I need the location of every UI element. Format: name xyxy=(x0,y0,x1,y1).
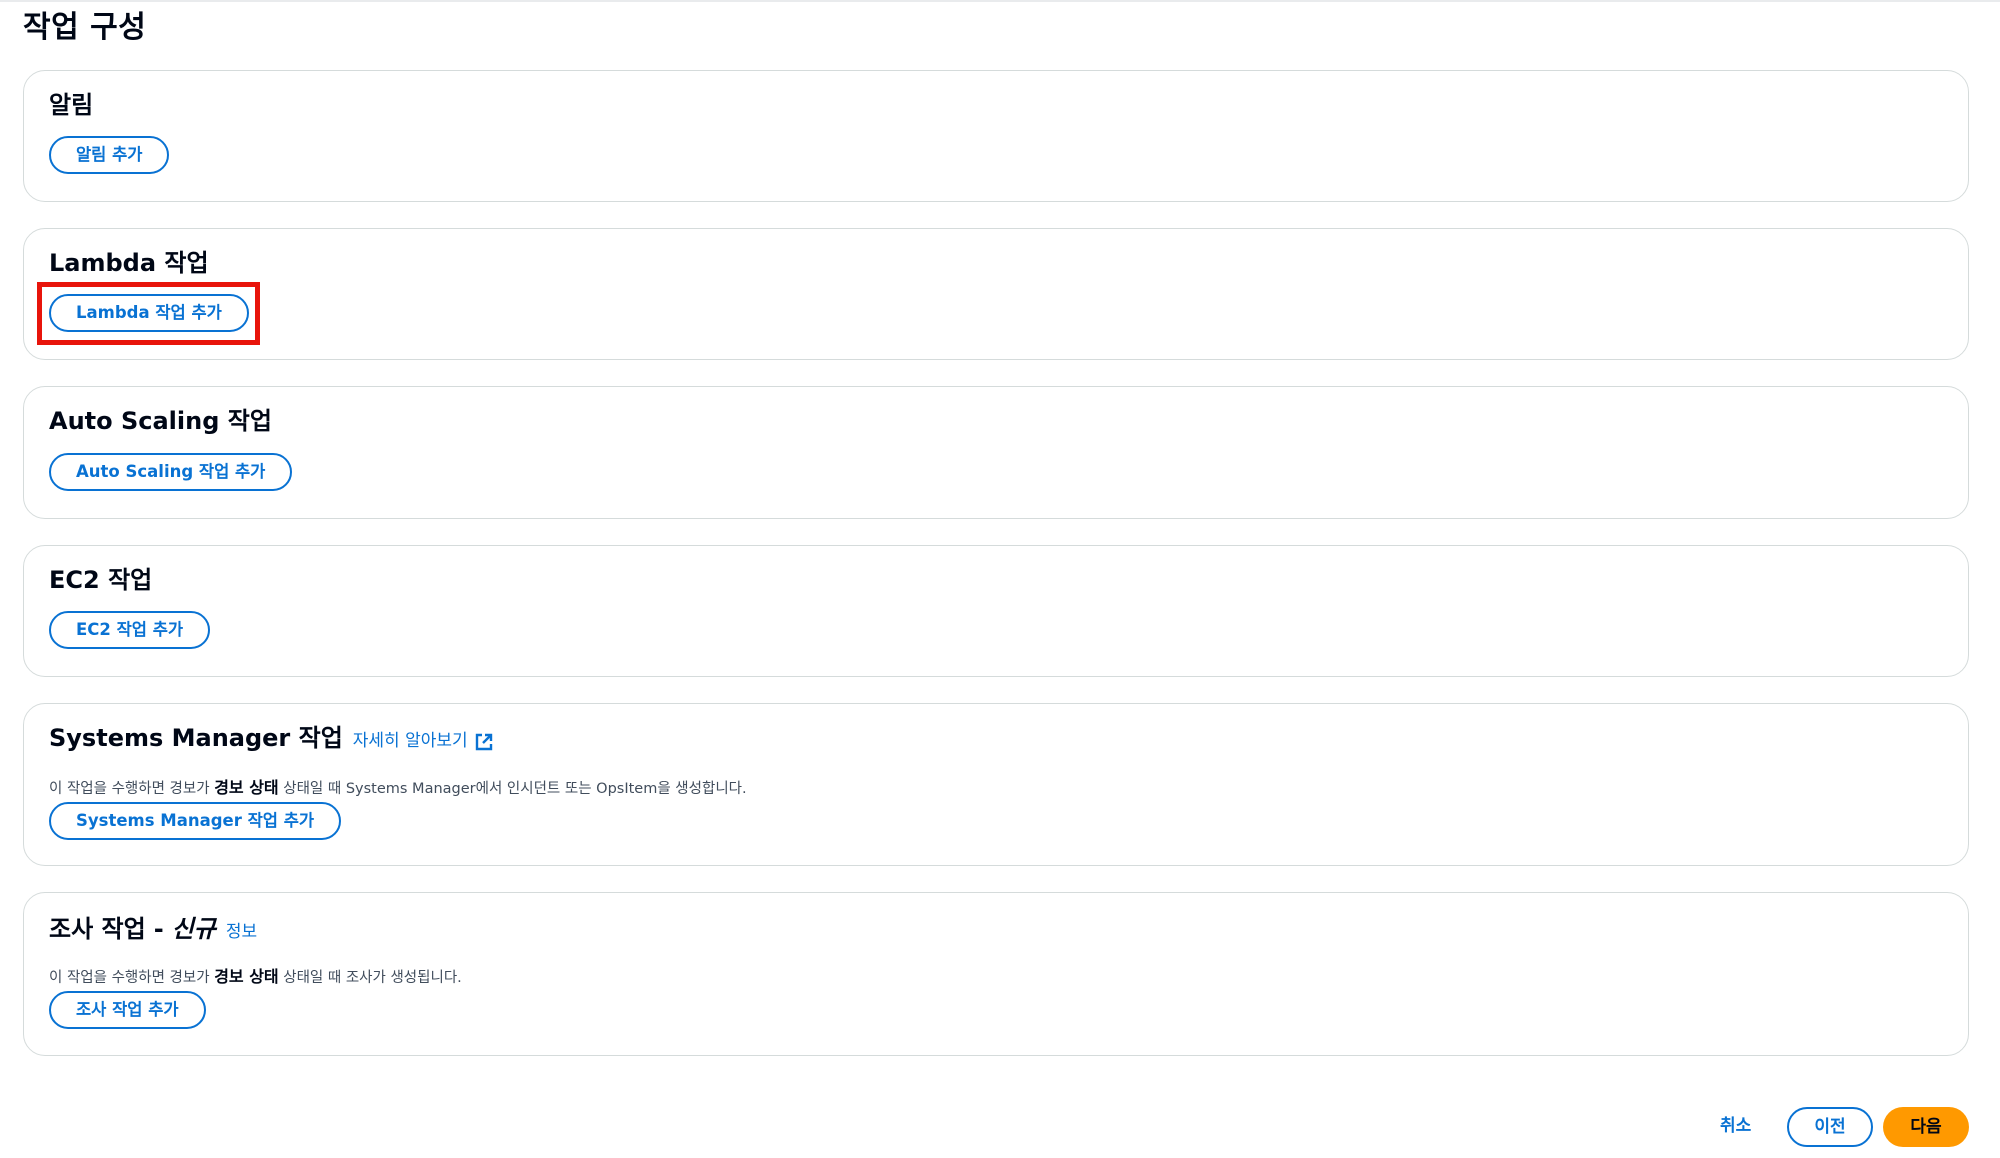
learn-more-label: 자세히 알아보기 xyxy=(352,731,468,751)
add-systems-manager-action-button[interactable]: Systems Manager 작업 추가 xyxy=(49,802,342,840)
card-header: Lambda 작업 xyxy=(49,245,209,281)
card-title: 알림 xyxy=(49,91,94,119)
top-divider xyxy=(0,0,2000,2)
learn-more-link[interactable]: 자세히 알아보기 xyxy=(353,726,494,751)
card-header: 알림 xyxy=(49,87,93,123)
info-link[interactable]: 정보 xyxy=(226,917,257,942)
description-bold: 경보 상태 xyxy=(214,778,279,797)
card-title: 조사 작업 xyxy=(49,915,146,943)
description-bold: 경보 상태 xyxy=(214,967,279,986)
description-text-before: 이 작업을 수행하면 경보가 xyxy=(49,781,215,797)
highlight-box xyxy=(37,282,260,345)
card-alarm: 알림 알림 추가 xyxy=(23,70,1969,202)
description-text-after: 상태일 때 Systems Manager에서 인시던트 또는 OpsItem을… xyxy=(278,781,747,797)
add-ec2-action-button[interactable]: EC2 작업 추가 xyxy=(49,611,211,649)
page: 작업 구성 알림 알림 추가 Lambda 작업 Lambda 작업 추가 Au… xyxy=(0,0,2000,1158)
next-button[interactable]: 다음 xyxy=(1883,1107,1969,1147)
card-systems-manager: Systems Manager 작업 자세히 알아보기 이 작업을 수행하면 경… xyxy=(23,703,1969,866)
add-alarm-button[interactable]: 알림 추가 xyxy=(49,136,170,174)
card-title: Systems Manager 작업 xyxy=(49,724,343,752)
add-investigation-action-button[interactable]: 조사 작업 추가 xyxy=(49,991,206,1029)
card-header: 조사 작업 - 신규 정보 xyxy=(49,909,257,947)
title-separator: - xyxy=(153,915,164,943)
card-title: Auto Scaling 작업 xyxy=(49,407,272,435)
card-header: EC2 작업 xyxy=(49,562,152,598)
card-description: 이 작업을 수행하면 경보가 경보 상태 상태일 때 Systems Manag… xyxy=(49,774,747,798)
card-title: Lambda 작업 xyxy=(49,249,209,277)
card-description: 이 작업을 수행하면 경보가 경보 상태 상태일 때 조사가 생성됩니다. xyxy=(49,963,462,987)
new-badge: 신규 xyxy=(171,915,216,943)
cancel-button[interactable]: 취소 xyxy=(1714,1108,1757,1144)
add-auto-scaling-action-button[interactable]: Auto Scaling 작업 추가 xyxy=(49,453,293,491)
card-ec2: EC2 작업 EC2 작업 추가 xyxy=(23,545,1969,677)
card-header: Auto Scaling 작업 xyxy=(49,403,272,439)
card-title: EC2 작업 xyxy=(49,566,153,594)
card-auto-scaling: Auto Scaling 작업 Auto Scaling 작업 추가 xyxy=(23,386,1969,519)
previous-button[interactable]: 이전 xyxy=(1787,1107,1873,1147)
card-investigation: 조사 작업 - 신규 정보 이 작업을 수행하면 경보가 경보 상태 상태일 때… xyxy=(23,892,1969,1056)
page-title: 작업 구성 xyxy=(23,10,147,45)
description-text-after: 상태일 때 조사가 생성됩니다. xyxy=(278,970,462,986)
card-lambda: Lambda 작업 Lambda 작업 추가 xyxy=(23,228,1969,360)
card-header: Systems Manager 작업 자세히 알아보기 xyxy=(49,720,494,756)
external-link-icon xyxy=(475,733,492,750)
description-text-before: 이 작업을 수행하면 경보가 xyxy=(49,970,215,986)
